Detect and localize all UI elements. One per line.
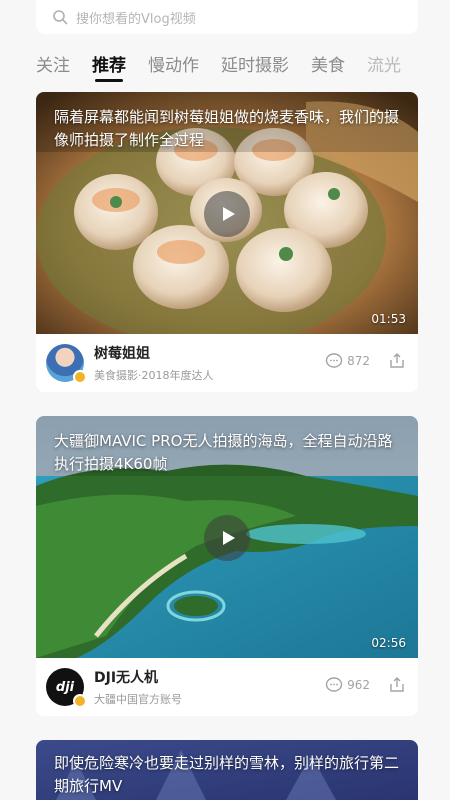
author-description: 大疆中国官方账号 bbox=[94, 693, 182, 706]
comment-count: 872 bbox=[347, 354, 370, 368]
author-name[interactable]: 树莓姐姐 bbox=[94, 343, 214, 363]
video-title: 即使危险寒冷也要走过别样的雪林，别样的旅行第二期旅行MV bbox=[54, 754, 400, 795]
author-row: dji DJI无人机 大疆中国官方账号 962 bbox=[36, 658, 418, 716]
video-thumbnail[interactable]: 隔着屏幕都能闻到树莓姐姐做的烧麦香味，我们的摄像师拍摄了制作全过程 01:53 bbox=[36, 92, 418, 334]
video-duration: 02:56 bbox=[371, 636, 406, 650]
tab-more[interactable]: 流光 bbox=[367, 51, 401, 82]
author-row: 树莓姐姐 美食摄影·2018年度达人 872 bbox=[36, 334, 418, 392]
search-placeholder: 搜你想看的Vlog视频 bbox=[76, 11, 196, 27]
search-icon bbox=[53, 10, 68, 25]
video-card[interactable]: 即使危险寒冷也要走过别样的雪林，别样的旅行第二期旅行MV bbox=[36, 740, 418, 800]
author-name[interactable]: DJI无人机 bbox=[94, 667, 182, 687]
comment-count: 962 bbox=[347, 678, 370, 692]
tab-slow-motion[interactable]: 慢动作 bbox=[148, 51, 199, 82]
video-thumbnail[interactable]: 大疆御MAVIC PRO无人拍摄的海岛，全程自动沿路执行拍摄4K60帧 02:5… bbox=[36, 416, 418, 658]
play-button[interactable] bbox=[204, 515, 250, 561]
author-description: 美食摄影·2018年度达人 bbox=[94, 369, 214, 382]
search-input[interactable]: 搜你想看的Vlog视频 bbox=[36, 0, 418, 34]
video-duration: 01:53 bbox=[371, 312, 406, 326]
play-button[interactable] bbox=[204, 191, 250, 237]
play-icon bbox=[222, 207, 235, 221]
comment-icon[interactable] bbox=[325, 676, 343, 694]
play-icon bbox=[222, 531, 235, 545]
verified-badge-icon bbox=[73, 370, 87, 384]
verified-badge-icon bbox=[73, 694, 87, 708]
video-card[interactable]: 隔着屏幕都能闻到树莓姐姐做的烧麦香味，我们的摄像师拍摄了制作全过程 01:53 … bbox=[36, 92, 418, 392]
avatar[interactable]: dji bbox=[46, 668, 87, 708]
video-card[interactable]: 大疆御MAVIC PRO无人拍摄的海岛，全程自动沿路执行拍摄4K60帧 02:5… bbox=[36, 416, 418, 716]
tab-timelapse[interactable]: 延时摄影 bbox=[221, 51, 289, 82]
video-title: 大疆御MAVIC PRO无人拍摄的海岛，全程自动沿路执行拍摄4K60帧 bbox=[54, 432, 393, 473]
video-title: 隔着屏幕都能闻到树莓姐姐做的烧麦香味，我们的摄像师拍摄了制作全过程 bbox=[54, 108, 400, 149]
share-icon[interactable] bbox=[388, 352, 406, 370]
share-icon[interactable] bbox=[388, 676, 406, 694]
comment-icon[interactable] bbox=[325, 352, 343, 370]
tab-following[interactable]: 关注 bbox=[36, 51, 70, 82]
avatar[interactable] bbox=[46, 344, 87, 384]
tab-food[interactable]: 美食 bbox=[311, 51, 345, 82]
tab-recommended[interactable]: 推荐 bbox=[92, 51, 126, 82]
category-tabs: 关注 推荐 慢动作 延时摄影 美食 流光 bbox=[36, 50, 450, 82]
dji-logo: dji bbox=[55, 679, 75, 695]
video-thumbnail[interactable]: 即使危险寒冷也要走过别样的雪林，别样的旅行第二期旅行MV bbox=[36, 740, 418, 800]
